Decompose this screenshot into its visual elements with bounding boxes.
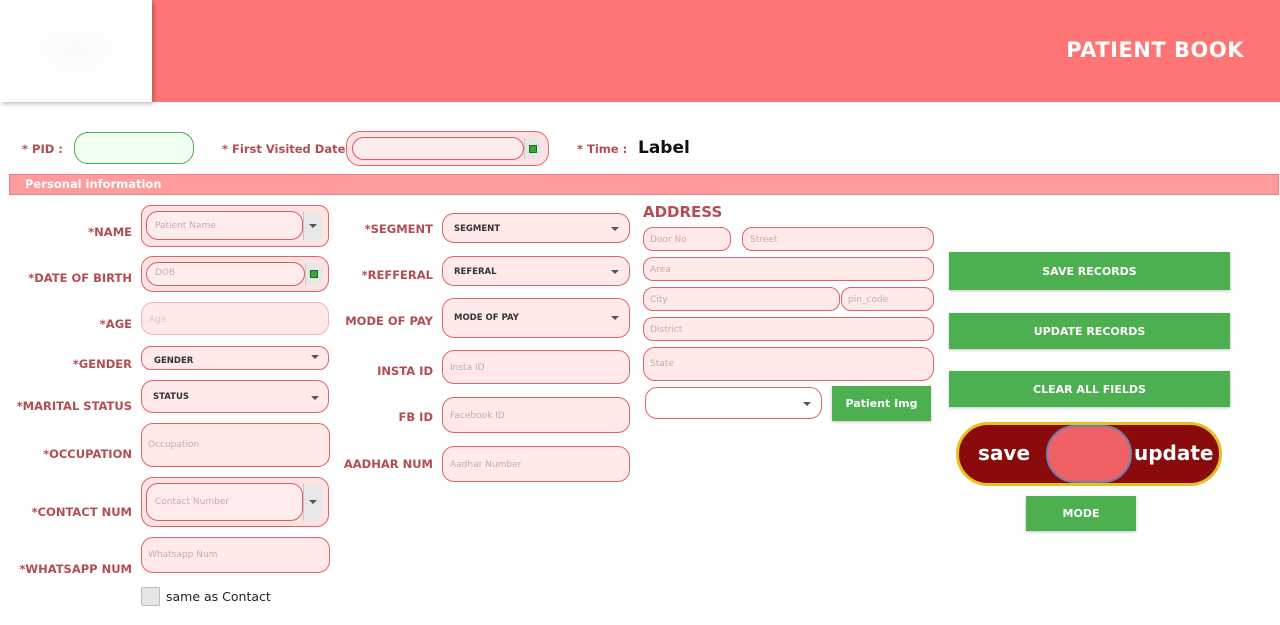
segment-value: SEGMENT <box>454 224 501 234</box>
insta-id-label: INSTA ID <box>377 364 433 378</box>
insta-id-placeholder: Insta ID <box>450 363 485 373</box>
state-input[interactable] <box>643 347 934 381</box>
chevron-down-icon <box>309 224 317 228</box>
update-records-button[interactable]: UPDATE RECORDS <box>949 313 1230 349</box>
patient-img-button[interactable]: Patient Img <box>832 386 931 421</box>
gender-select[interactable]: GENDER <box>141 346 329 370</box>
contact-label: *CONTACT NUM <box>31 505 132 519</box>
street-placeholder: Street <box>750 235 778 245</box>
pid-input[interactable] <box>74 132 194 164</box>
occupation-label: *OCCUPATION <box>43 447 132 461</box>
gender-label: *GENDER <box>72 357 132 371</box>
logo-icon <box>18 14 134 86</box>
mode-of-pay-label: MODE OF PAY <box>345 314 433 328</box>
fb-id-label: FB ID <box>398 410 433 424</box>
age-label: *AGE <box>99 317 132 331</box>
gender-value: GENDER <box>154 356 194 366</box>
chevron-down-icon <box>611 227 619 231</box>
mode-button[interactable]: MODE <box>1026 496 1136 531</box>
contact-placeholder: Contact Number <box>155 497 230 507</box>
same-as-contact-label: same as Contact <box>166 589 271 604</box>
whatsapp-label: *WHATSAPP NUM <box>19 562 132 576</box>
city-placeholder: City <box>650 295 668 305</box>
state-placeholder: State <box>650 359 674 369</box>
age-input[interactable] <box>141 302 329 335</box>
dob-label: *DATE OF BIRTH <box>28 271 132 285</box>
city-input[interactable] <box>643 287 840 311</box>
first-visited-date-input[interactable] <box>352 137 524 160</box>
pid-label: * PID : <box>22 142 63 156</box>
chevron-down-icon <box>803 402 811 406</box>
chevron-down-icon <box>611 270 619 274</box>
aadhar-label: AADHAR NUM <box>343 457 433 471</box>
dob-placeholder: DOB <box>155 268 176 278</box>
toggle-save-label: save <box>978 441 1031 465</box>
first-visited-label: * First Visited Date : <box>222 142 354 156</box>
fb-id-placeholder: Facebook ID <box>450 411 505 421</box>
app-title: PATIENT BOOK <box>1066 38 1244 62</box>
time-value: Label <box>638 138 690 158</box>
door-no-placeholder: Door No <box>650 235 687 245</box>
chevron-down-icon <box>311 396 319 400</box>
calendar-icon <box>310 270 318 278</box>
save-records-button[interactable]: SAVE RECORDS <box>949 252 1230 290</box>
referral-label: *REFFERAL <box>361 268 433 282</box>
segment-label: *SEGMENT <box>364 222 433 236</box>
area-input[interactable] <box>643 257 934 281</box>
same-as-contact-checkbox[interactable] <box>141 587 160 606</box>
marital-status-label: *MARITAL STATUS <box>16 399 132 413</box>
toggle-update-label: update <box>1134 441 1214 465</box>
mode-of-pay-value: MODE OF PAY <box>454 313 519 323</box>
image-select[interactable] <box>645 387 822 419</box>
chevron-down-icon <box>309 500 317 504</box>
calendar-icon <box>529 145 537 153</box>
occupation-placeholder: Occupation <box>148 440 200 450</box>
pin-code-placeholder: pin_code <box>848 295 889 305</box>
personal-info-section-bar <box>9 174 1279 195</box>
age-placeholder: Age <box>149 315 167 325</box>
name-label: *NAME <box>88 225 132 239</box>
address-heading: ADDRESS <box>643 203 723 221</box>
time-label: * Time : <box>577 142 628 156</box>
district-placeholder: District <box>650 325 683 335</box>
personal-info-heading: Personal information <box>25 177 162 191</box>
area-placeholder: Area <box>650 265 671 275</box>
aadhar-placeholder: Aadhar Number <box>450 460 522 470</box>
whatsapp-placeholder: Whatsapp Num <box>148 550 218 560</box>
chevron-down-icon <box>311 355 319 359</box>
toggle-knob[interactable] <box>1046 425 1132 483</box>
name-placeholder: Patient Name <box>155 221 216 231</box>
clear-all-fields-button[interactable]: CLEAR ALL FIELDS <box>949 371 1230 407</box>
marital-status-value: STATUS <box>153 392 190 402</box>
chevron-down-icon <box>611 316 619 320</box>
district-input[interactable] <box>643 317 934 341</box>
referral-value: REFERAL <box>454 267 497 277</box>
